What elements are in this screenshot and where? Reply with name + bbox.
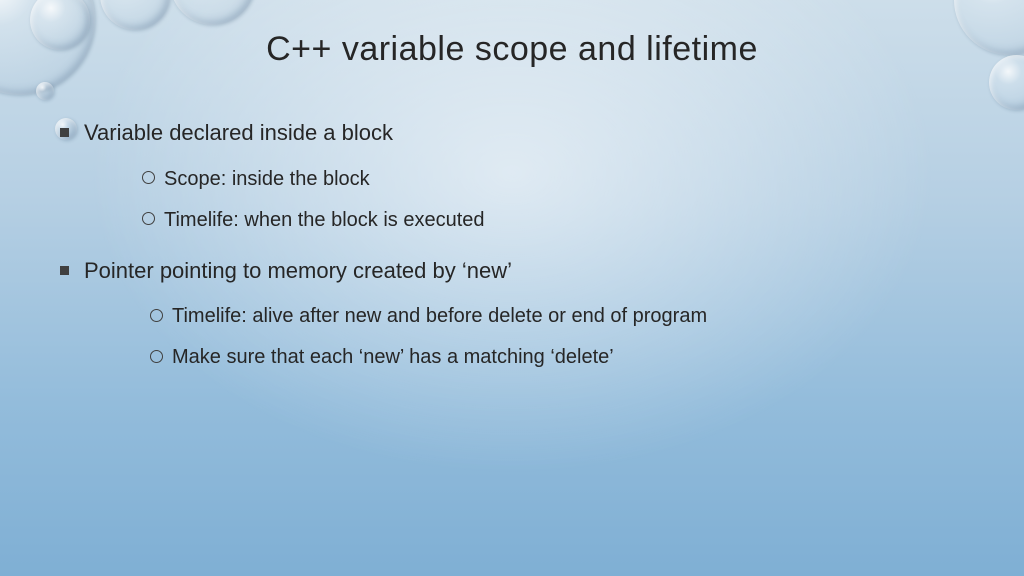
bullet-text: Pointer pointing to memory created by ‘n… — [84, 258, 512, 283]
bubble-decoration — [100, 0, 170, 30]
slide-title: C++ variable scope and lifetime — [0, 30, 1024, 69]
bubble-decoration — [36, 82, 54, 100]
bubble-decoration — [170, 0, 255, 25]
bullet-item: Pointer pointing to memory created by ‘n… — [60, 256, 974, 372]
bullet-item: Variable declared inside a block Scope: … — [60, 118, 974, 234]
bullet-text: Variable declared inside a block — [84, 120, 393, 145]
slide: C++ variable scope and lifetime Variable… — [0, 0, 1024, 576]
sub-bullet-item: Timelife: alive after new and before del… — [150, 303, 974, 330]
sub-bullet-item: Make sure that each ‘new’ has a matching… — [150, 344, 974, 371]
slide-content: Variable declared inside a block Scope: … — [60, 118, 974, 393]
sub-bullet-item: Scope: inside the block — [142, 166, 974, 193]
sub-bullet-item: Timelife: when the block is executed — [142, 207, 974, 234]
